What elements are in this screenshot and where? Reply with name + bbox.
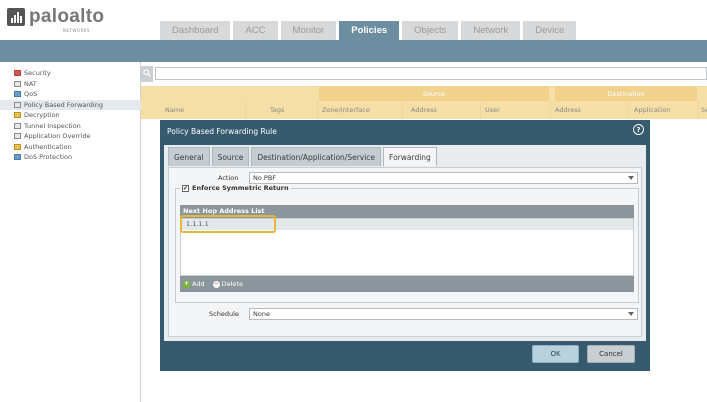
chevron-down-icon [628,312,634,316]
search-icon [143,69,151,78]
schedule-value: None [253,310,270,318]
app-override-icon [14,133,21,140]
enforce-symmetric-return-label: Enforce Symmetric Return [192,184,289,192]
plus-icon: + [183,280,190,288]
enforce-symmetric-return-group: ✔ Enforce Symmetric Return Next Hop Addr… [175,184,639,303]
sidebar-item-decryption[interactable]: Decryption [14,110,140,121]
filter-bar [141,62,707,86]
column-application[interactable]: Application [629,101,699,119]
sidebar-item-nat[interactable]: NAT [14,79,140,90]
tunnel-icon [14,122,21,129]
sidebar-item-label: Security [24,69,51,78]
pbf-rule-dialog: Policy Based Forwarding Rule ? General S… [160,120,650,371]
help-icon[interactable]: ? [633,124,644,135]
sub-nav-bar [0,40,707,62]
next-hop-toolbar: + Add − Delete [180,276,634,292]
tab-monitor[interactable]: Monitor [280,21,337,40]
tab-device[interactable]: Device [523,21,577,40]
search-button[interactable] [141,66,153,82]
sidebar-item-application-override[interactable]: Application Override [14,131,140,142]
column-source-address[interactable]: Address [403,101,481,119]
brand-logo-text: paloalto [29,6,105,27]
sidebar-item-label: Decryption [24,111,60,120]
grid-group-row: Source Destination [319,86,707,101]
column-destination-address[interactable]: Address [551,101,629,119]
action-label: Action [218,174,239,182]
tab-acc[interactable]: ACC [233,21,278,40]
app-header: paloalto NETWORKS Dashboard ACC Monitor … [0,0,707,40]
sidebar-item-label: Policy Based Forwarding [24,100,103,109]
tab-destination-application-service[interactable]: Destination/Application/Service [251,147,382,166]
delete-label: Delete [221,280,243,288]
sidebar-item-tunnel-inspection[interactable]: Tunnel Inspection [14,121,140,132]
forwarding-panel: Action No PBF ✔ Enforce Symmetric Return… [168,167,642,337]
delete-button[interactable]: − Delete [212,280,243,288]
tab-forwarding[interactable]: Forwarding [383,147,437,166]
minus-icon: − [212,280,220,288]
dos-icon [14,154,21,161]
paloalto-logo-icon [7,8,25,26]
action-value: No PBF [253,174,277,182]
enforce-symmetric-return-legend: ✔ Enforce Symmetric Return [180,184,291,192]
enforce-symmetric-return-checkbox[interactable]: ✔ [182,184,189,192]
schedule-label: Schedule [209,310,239,318]
qos-icon [14,91,21,98]
sidebar-item-security[interactable]: Security [14,68,140,79]
sidebar-item-qos[interactable]: QoS [14,89,140,100]
add-button[interactable]: + Add [183,280,205,288]
grid-columns: Name Tags Zone/Interface Address User Ad… [141,101,707,119]
key-icon [14,143,21,150]
sidebar-item-label: DoS Protection [24,153,73,162]
sidebar-item-label: QoS [24,90,38,99]
add-label: Add [192,280,205,288]
rules-grid-header: Source Destination Name Tags Zone/Interf… [141,86,707,119]
dialog-title: Policy Based Forwarding Rule [167,127,277,136]
sidebar-item-label: Application Override [24,132,91,141]
tab-network[interactable]: Network [461,21,521,40]
main-nav-tabs: Dashboard ACC Monitor Policies Objects N… [160,21,577,40]
column-service-truncated[interactable]: Se [699,101,707,119]
column-name[interactable]: Name [141,101,246,119]
chevron-down-icon [628,176,634,180]
dialog-tabs: General Source Destination/Application/S… [168,147,437,166]
dialog-body: General Source Destination/Application/S… [164,145,646,341]
tab-dashboard[interactable]: Dashboard [160,21,231,40]
tab-source[interactable]: Source [211,147,250,166]
tab-general[interactable]: General [168,147,210,166]
sidebar-item-label: Authentication [24,142,72,151]
sidebar-item-policy-based-forwarding[interactable]: Policy Based Forwarding [0,99,141,110]
cancel-button[interactable]: Cancel [587,345,635,363]
column-tags[interactable]: Tags [246,101,318,119]
schedule-dropdown[interactable]: None [249,308,638,320]
action-dropdown[interactable]: No PBF [249,172,638,184]
sidebar-item-label: NAT [24,79,37,88]
sidebar-item-label: Tunnel Inspection [24,121,81,130]
grid-group-source: Source [319,86,549,101]
grid-group-destination: Destination [555,86,697,101]
lock-icon [14,112,21,119]
policies-sidebar: Security NAT QoS Policy Based Forwarding… [0,62,141,402]
column-source-user[interactable]: User [481,101,551,119]
nat-icon [14,80,21,87]
column-source-zone[interactable]: Zone/Interface [318,101,403,119]
tab-policies[interactable]: Policies [339,21,400,40]
next-hop-list: 1.1.1.1 [180,215,634,276]
pbf-icon [14,101,21,108]
ok-button[interactable]: OK [532,345,579,363]
shield-icon [14,70,21,77]
sidebar-item-dos-protection[interactable]: DoS Protection [14,152,140,163]
tab-objects[interactable]: Objects [402,21,459,40]
sidebar-item-authentication[interactable]: Authentication [14,142,140,153]
filter-input[interactable] [155,67,707,80]
brand-logo-subtext: NETWORKS [63,28,91,33]
highlight-box [180,215,276,233]
